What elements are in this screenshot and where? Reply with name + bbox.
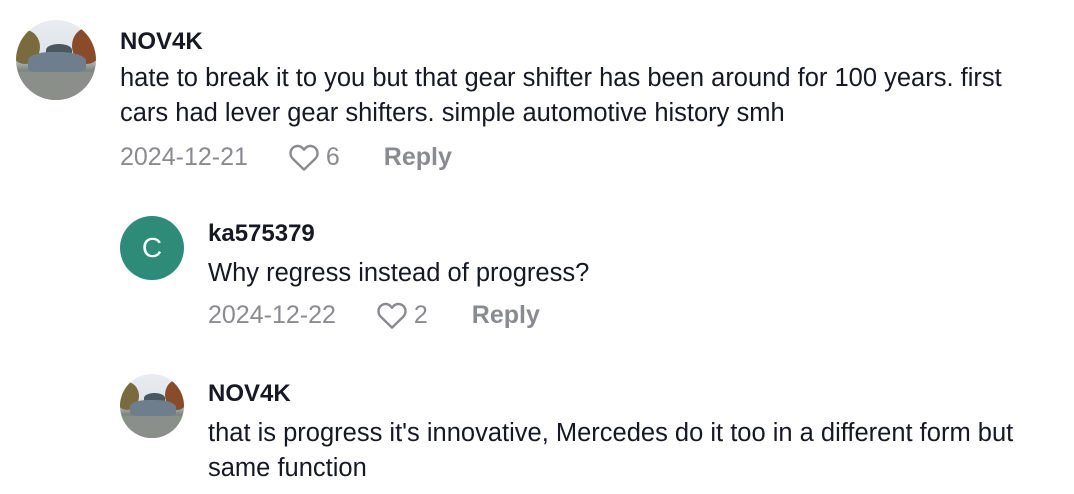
comment-text: hate to break it to you but that gear sh… (120, 64, 1002, 127)
comment-text: that is progress it's innovative, Merced… (208, 419, 1014, 482)
comment-meta: 2024-12-22 2 Reply (208, 298, 540, 332)
like-count: 2 (413, 300, 428, 329)
comment-meta: 2024-12-21 6 Reply (120, 140, 452, 174)
reply-comment-item: NOV4K that is progress it's innovative, … (0, 350, 1074, 494)
like-button[interactable]: 6 (288, 142, 340, 172)
reply-comment-item: C ka575379 Why regress instead of progre… (0, 190, 1074, 350)
heart-outline-icon (377, 302, 407, 329)
comment-date: 2024-12-22 (208, 300, 336, 329)
heart-outline-icon (289, 144, 319, 171)
comment-username[interactable]: ka575379 (208, 220, 315, 248)
avatar[interactable] (16, 20, 96, 100)
avatar-letter: C (141, 232, 163, 263)
like-button[interactable]: 2 (376, 300, 428, 330)
reply-button[interactable]: Reply (384, 143, 452, 172)
avatar[interactable] (120, 374, 184, 438)
comment-username[interactable]: NOV4K (120, 28, 203, 56)
reply-button[interactable]: Reply (472, 301, 540, 330)
comment-date: 2024-12-21 (120, 142, 248, 171)
comment-item: NOV4K hate to break it to you but that g… (0, 0, 1074, 190)
like-count: 6 (325, 142, 340, 171)
comment-username[interactable]: NOV4K (208, 380, 291, 408)
comment-text: Why regress instead of progress? (208, 259, 590, 287)
avatar[interactable]: C (120, 216, 184, 280)
